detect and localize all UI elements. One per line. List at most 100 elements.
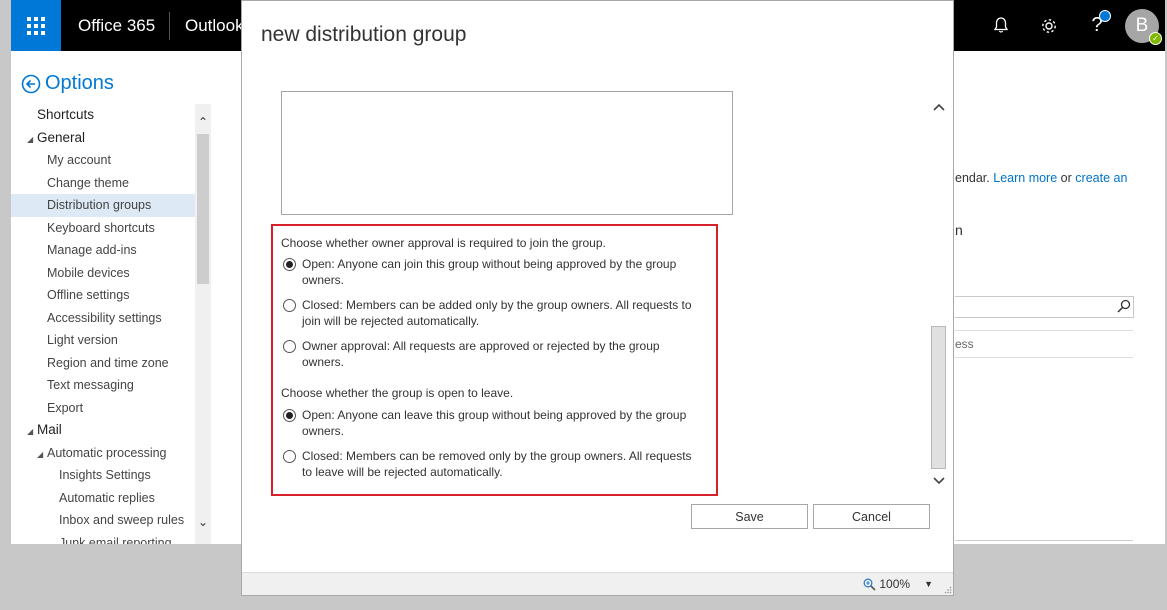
sidebar-item-label: Offline settings	[47, 288, 130, 302]
sidebar-item[interactable]: Region and time zone	[11, 352, 211, 375]
search-icon[interactable]	[1117, 299, 1131, 313]
sidebar-item-label: Shortcuts	[37, 107, 95, 122]
bell-icon	[993, 17, 1009, 33]
sidebar-item-label: Light version	[47, 333, 118, 347]
radio-label: Open: Anyone can leave this group withou…	[302, 408, 687, 438]
sidebar-item-label: Keyboard shortcuts	[47, 220, 155, 235]
background-column-header: ess	[955, 330, 1133, 358]
background-heading-fragment: n	[955, 222, 963, 238]
header-divider	[169, 12, 170, 40]
radio-label: Closed: Members can be added only by the…	[302, 298, 692, 328]
sidebar-item[interactable]: ◢ Automatic processing	[11, 442, 211, 465]
chevron-up-icon[interactable]	[932, 102, 946, 112]
join-option[interactable]: Closed: Members can be added only by the…	[283, 297, 693, 329]
cancel-button[interactable]: Cancel	[813, 504, 930, 529]
expand-triangle-icon[interactable]: ◢	[37, 444, 47, 467]
radio-button[interactable]	[283, 409, 296, 422]
options-back-link[interactable]: Options	[21, 72, 114, 95]
caret-down-icon[interactable]: ▼	[924, 579, 933, 589]
sidebar-item-label: Region and time zone	[47, 355, 169, 370]
background-description: endar. Learn more or create an	[955, 171, 1127, 185]
sidebar-item[interactable]: Manage add-ins	[11, 239, 211, 262]
radio-button[interactable]	[283, 340, 296, 353]
radio-label: Owner approval: All requests are approve…	[302, 339, 660, 369]
settings-button[interactable]	[1025, 0, 1073, 51]
sidebar-item[interactable]: Export	[11, 397, 211, 420]
background-search-input[interactable]	[955, 296, 1134, 318]
options-navigation: Shortcuts ◢ General My account Change theme D…	[11, 104, 211, 544]
description-fragment: endar.	[955, 171, 990, 185]
avatar[interactable]: B ✓	[1125, 8, 1162, 45]
sidebar-item-label: Distribution groups	[47, 198, 152, 212]
expand-triangle-icon[interactable]: ◢	[27, 129, 37, 152]
save-button[interactable]: Save	[691, 504, 808, 529]
sidebar-item[interactable]: My account	[11, 149, 211, 172]
sidebar-item[interactable]: Mobile devices	[11, 262, 211, 285]
status-bar: 100% ▼	[242, 572, 953, 595]
new-badge-icon	[1099, 10, 1111, 22]
sidebar-item-label: My account	[47, 153, 111, 167]
sidebar-item[interactable]: Junk email reporting	[11, 532, 211, 545]
join-approval-label: Choose whether owner approval is require…	[281, 236, 606, 250]
sidebar-item-label: Change theme	[47, 175, 130, 190]
nav-scroll-thumb[interactable]	[197, 134, 209, 284]
background-divider	[955, 540, 1133, 541]
create-link[interactable]: create an	[1075, 171, 1127, 185]
leave-label: Choose whether the group is open to leav…	[281, 386, 514, 400]
sidebar-item[interactable]: ◢ Mail	[11, 419, 211, 442]
sidebar-item[interactable]: Shortcuts	[11, 104, 211, 127]
resize-grip-icon[interactable]	[944, 586, 952, 594]
sidebar-item-label: Insights Settings	[59, 468, 151, 482]
leave-option[interactable]: Closed: Members can be removed only by t…	[283, 448, 693, 480]
sidebar-item[interactable]: Insights Settings	[11, 464, 211, 487]
avatar-initial: B	[1135, 14, 1149, 36]
radio-button[interactable]	[283, 258, 296, 271]
top-icons: ? B ✓	[977, 0, 1165, 51]
app-name-label[interactable]: Outlook	[185, 0, 244, 51]
back-arrow-icon	[21, 74, 41, 93]
app-launcher-button[interactable]	[11, 0, 61, 51]
sidebar-item[interactable]: Text messaging	[11, 374, 211, 397]
zoom-level: 100%	[879, 577, 911, 591]
sidebar-item[interactable]: Offline settings	[11, 284, 211, 307]
sidebar-item[interactable]: Keyboard shortcuts	[11, 217, 211, 240]
dialog-scrollbar[interactable]	[930, 95, 948, 495]
join-option[interactable]: Owner approval: All requests are approve…	[283, 338, 693, 370]
sidebar-item-label: Export	[47, 400, 84, 415]
sidebar-item[interactable]: Accessibility settings	[11, 307, 211, 330]
zoom-control[interactable]: 100% ▼	[863, 573, 933, 595]
chevron-up-icon[interactable]: ⌃	[195, 114, 211, 130]
help-button[interactable]: ?	[1073, 0, 1121, 51]
sidebar-item[interactable]: Automatic replies	[11, 487, 211, 510]
expand-triangle-icon[interactable]: ◢	[27, 421, 37, 444]
radio-button[interactable]	[283, 299, 296, 312]
sidebar-item-label: Accessibility settings	[47, 310, 162, 325]
nav-scrollbar[interactable]: ⌃ ⌄	[195, 104, 211, 544]
dialog-title: new distribution group	[261, 23, 467, 46]
notes-textarea[interactable]	[281, 91, 733, 215]
leave-option[interactable]: Open: Anyone can leave this group withou…	[283, 407, 693, 439]
sidebar-item-label: Junk email reporting	[59, 535, 172, 545]
sidebar-item[interactable]: Distribution groups	[11, 194, 211, 217]
sidebar-item[interactable]: Change theme	[11, 172, 211, 195]
sidebar-item-label: Manage add-ins	[47, 243, 137, 257]
sidebar-item-label: Automatic processing	[47, 445, 167, 460]
sidebar-item-label: Inbox and sweep rules	[59, 513, 185, 527]
sidebar-item[interactable]: Light version	[11, 329, 211, 352]
presence-available-icon: ✓	[1149, 31, 1162, 45]
options-title: Options	[45, 72, 114, 94]
brand-label[interactable]: Office 365	[78, 0, 155, 51]
dialog-scroll-thumb[interactable]	[931, 326, 946, 469]
gear-icon	[1042, 18, 1056, 33]
sidebar-item[interactable]: Inbox and sweep rules	[11, 509, 211, 532]
learn-more-link[interactable]: Learn more	[993, 171, 1057, 185]
sidebar-item-label: Automatic replies	[59, 490, 155, 505]
sidebar-item[interactable]: ◢ General	[11, 127, 211, 150]
zoom-icon	[863, 578, 876, 591]
chevron-down-icon[interactable]: ⌄	[195, 514, 211, 530]
notifications-button[interactable]	[977, 0, 1025, 51]
radio-label: Open: Anyone can join this group without…	[302, 257, 677, 287]
join-option[interactable]: Open: Anyone can join this group without…	[283, 256, 693, 288]
chevron-down-icon[interactable]	[932, 476, 946, 486]
radio-button[interactable]	[283, 450, 296, 463]
